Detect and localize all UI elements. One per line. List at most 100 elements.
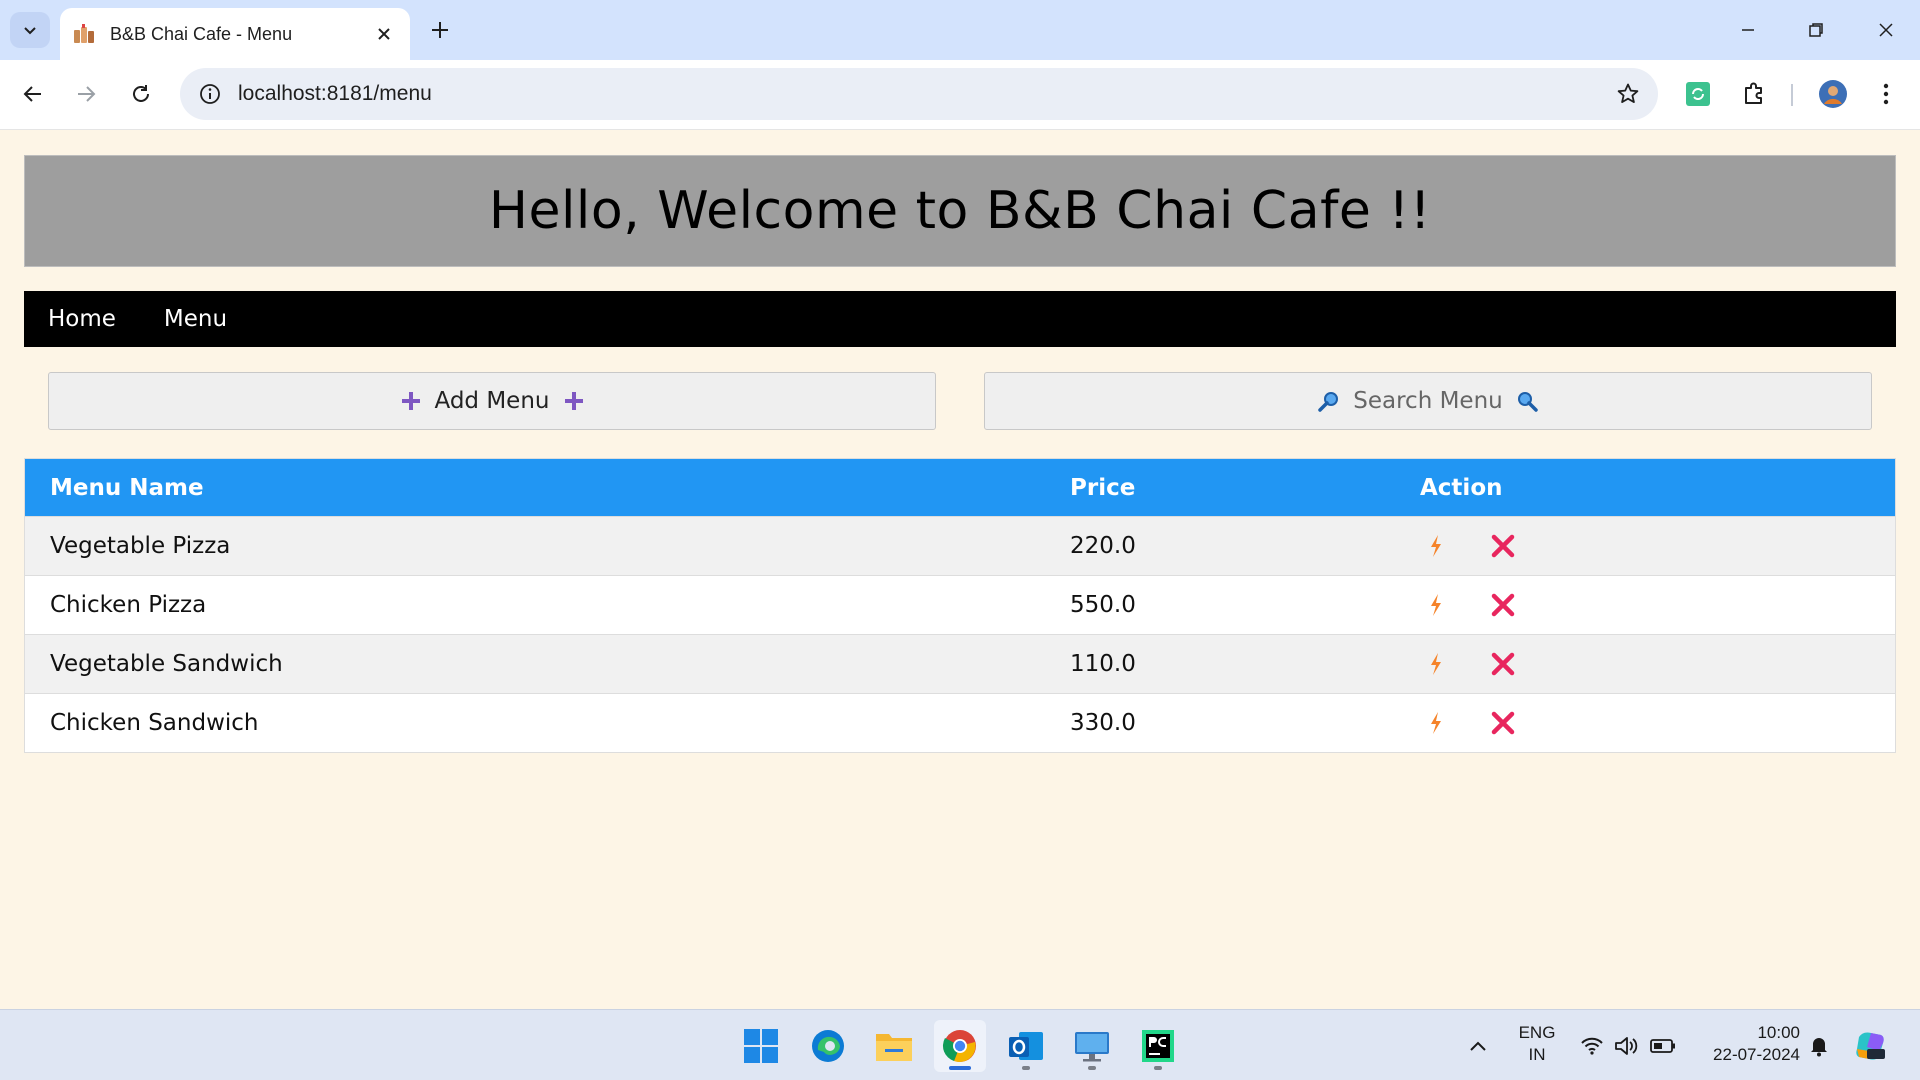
- cafe-favicon-icon: [74, 24, 94, 43]
- taskbar-file-explorer[interactable]: [868, 1020, 920, 1072]
- show-hidden-icons-button[interactable]: [1466, 1032, 1490, 1060]
- reload-icon: [133, 85, 149, 102]
- menu-table: Menu Name Price Action Vegetable Pizza 2…: [24, 458, 1896, 753]
- action-cell: [1395, 708, 1895, 738]
- menu-name-cell: Chicken Pizza: [50, 592, 207, 618]
- active-indicator: [949, 1066, 971, 1070]
- lightning-icon[interactable]: [1422, 709, 1450, 737]
- extensions-menu-button[interactable]: [1734, 74, 1774, 114]
- add-menu-label: Add Menu: [434, 388, 550, 414]
- chevron-up-icon: [1470, 1041, 1486, 1051]
- minimize-button[interactable]: [1724, 10, 1772, 50]
- magnifier-left-icon: [1513, 387, 1541, 415]
- cross-mark-icon[interactable]: [1488, 590, 1518, 620]
- column-header-action: Action: [1420, 474, 1503, 501]
- cross-mark-icon[interactable]: [1488, 708, 1518, 738]
- folder-icon: [876, 1034, 912, 1061]
- chevron-down-icon: [24, 27, 36, 35]
- action-cell: [1395, 531, 1895, 561]
- action-cell: [1395, 649, 1895, 679]
- clock-date: 22-07-2024: [1713, 1045, 1800, 1064]
- cross-mark-icon[interactable]: [1488, 531, 1518, 561]
- info-icon: [200, 84, 220, 104]
- plus-icon: [560, 387, 588, 415]
- arrow-left-icon: [23, 86, 41, 102]
- volume-status[interactable]: [1612, 1032, 1642, 1060]
- url-text[interactable]: localhost:8181/menu: [238, 82, 1608, 106]
- page-content: Hello, Welcome to B&B Chai Cafe !! Home …: [0, 131, 1920, 1009]
- taskbar-pycharm[interactable]: [1132, 1020, 1184, 1072]
- minimize-icon: [1742, 29, 1754, 31]
- toolbar-separator: [1791, 84, 1793, 106]
- welcome-banner: Hello, Welcome to B&B Chai Cafe !!: [24, 155, 1896, 267]
- taskbar-outlook[interactable]: [1000, 1020, 1052, 1072]
- arrow-right-icon: [78, 86, 96, 102]
- taskbar: ENG IN 10:00 22-07-2024: [0, 1009, 1920, 1080]
- lightning-icon[interactable]: [1422, 650, 1450, 678]
- tab-search-button[interactable]: [10, 12, 50, 48]
- chrome-menu-button[interactable]: [1866, 74, 1906, 114]
- taskbar-chrome[interactable]: [934, 1020, 986, 1072]
- restore-icon: [1809, 23, 1823, 37]
- add-menu-button[interactable]: Add Menu: [48, 372, 936, 430]
- table-row: Vegetable Pizza 220.0: [25, 516, 1895, 575]
- system-clock[interactable]: 10:00 22-07-2024: [1690, 1022, 1800, 1066]
- avatar-icon: [1819, 80, 1847, 108]
- chrome-icon: [942, 1030, 976, 1062]
- tab-title: B&B Chai Cafe - Menu: [110, 23, 293, 44]
- close-icon: [378, 28, 390, 40]
- menu-name-cell: Chicken Sandwich: [50, 710, 259, 736]
- running-indicator: [1154, 1066, 1162, 1070]
- menu-name-cell: Vegetable Pizza: [50, 533, 231, 559]
- close-window-button[interactable]: [1862, 10, 1910, 50]
- clock-time: 10:00: [1757, 1023, 1800, 1042]
- nav-menu-link[interactable]: Menu: [140, 291, 251, 347]
- windows-icon: [744, 1029, 778, 1063]
- lightning-icon[interactable]: [1422, 532, 1450, 560]
- price-cell: 110.0: [1070, 651, 1136, 677]
- plus-icon: [432, 22, 448, 38]
- table-row: Chicken Pizza 550.0: [25, 575, 1895, 634]
- search-menu-button[interactable]: Search Menu: [984, 372, 1872, 430]
- address-bar[interactable]: localhost:8181/menu: [180, 68, 1658, 120]
- browser-tab-bar: B&B Chai Cafe - Menu: [0, 0, 1920, 60]
- copilot-icon: [1856, 1032, 1885, 1060]
- running-indicator: [1088, 1066, 1096, 1070]
- battery-status[interactable]: [1648, 1032, 1678, 1060]
- back-button[interactable]: [13, 74, 53, 114]
- column-header-price: Price: [1070, 474, 1136, 501]
- page-title: Hello, Welcome to B&B Chai Cafe !!: [488, 181, 1432, 241]
- lightning-icon[interactable]: [1422, 591, 1450, 619]
- table-row: Chicken Sandwich 330.0: [25, 693, 1895, 752]
- start-button[interactable]: [735, 1020, 787, 1072]
- price-cell: 220.0: [1070, 533, 1136, 559]
- new-tab-button[interactable]: [424, 14, 456, 46]
- taskbar-edge[interactable]: [802, 1020, 854, 1072]
- browser-toolbar: localhost:8181/menu: [0, 60, 1920, 130]
- cross-mark-icon[interactable]: [1488, 649, 1518, 679]
- restore-button[interactable]: [1792, 10, 1840, 50]
- action-cell: [1395, 590, 1895, 620]
- table-row: Vegetable Sandwich 110.0: [25, 634, 1895, 693]
- browser-tab-active[interactable]: B&B Chai Cafe - Menu: [60, 8, 410, 60]
- wifi-status[interactable]: [1578, 1032, 1606, 1060]
- copilot-button[interactable]: [1850, 1026, 1890, 1066]
- nav-home-link[interactable]: Home: [24, 291, 140, 347]
- tab-close-button[interactable]: [370, 20, 398, 48]
- star-icon: [1617, 83, 1639, 103]
- forward-button[interactable]: [66, 74, 106, 114]
- profile-button[interactable]: [1813, 74, 1853, 114]
- speaker-icon: [1615, 1037, 1638, 1055]
- bookmark-button[interactable]: [1608, 74, 1648, 114]
- price-cell: 550.0: [1070, 592, 1136, 618]
- taskbar-remote-desktop[interactable]: [1066, 1020, 1118, 1072]
- extension-button[interactable]: [1678, 74, 1718, 114]
- site-info-button[interactable]: [196, 80, 224, 108]
- pycharm-icon: [1142, 1030, 1174, 1062]
- table-header: Menu Name Price Action: [25, 459, 1895, 516]
- reload-button[interactable]: [121, 74, 161, 114]
- language-indicator[interactable]: ENG IN: [1512, 1022, 1562, 1066]
- edge-icon: [812, 1030, 844, 1062]
- notifications-button[interactable]: [1806, 1032, 1832, 1060]
- running-indicator: [1022, 1066, 1030, 1070]
